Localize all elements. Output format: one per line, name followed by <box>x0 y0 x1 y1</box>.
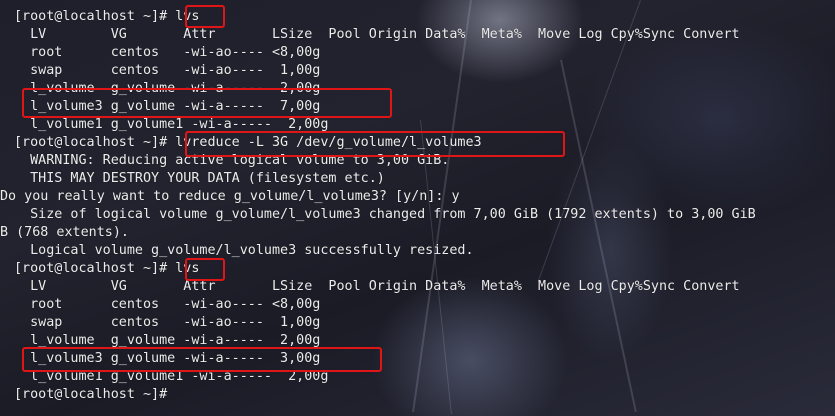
terminal-line: WARNING: Reducing active logical volume … <box>14 153 450 168</box>
terminal-line: l_volume1 g_volume1 -wi-a----- 2,00g <box>14 369 329 384</box>
terminal-line: swap centos -wi-ao---- 1,00g <box>14 63 321 78</box>
terminal-line: root centos -wi-ao---- <8,00g <box>14 297 321 312</box>
terminal-line: [root@localhost ~]# <box>14 387 168 402</box>
terminal-line: [root@localhost ~]# lvs <box>14 261 200 276</box>
terminal-line: l_volume3 g_volume -wi-a----- 3,00g <box>14 351 321 366</box>
terminal-line: Logical volume g_volume/l_volume3 succes… <box>14 243 474 258</box>
terminal-line: LV VG Attr LSize Pool Origin Data% Meta%… <box>14 27 740 42</box>
terminal-line: Do you really want to reduce g_volume/l_… <box>0 189 460 204</box>
terminal-line: l_volume1 g_volume1 -wi-a----- 2,00g <box>14 117 329 132</box>
terminal-line: l_volume g_volume -wi-a----- 2,00g <box>14 81 321 96</box>
terminal-line: [root@localhost ~]# lvreduce -L 3G /dev/… <box>14 135 482 150</box>
terminal-line: root centos -wi-ao---- <8,00g <box>14 45 321 60</box>
terminal-window[interactable]: [root@localhost ~]# lvs LV VG Attr LSize… <box>0 0 835 416</box>
terminal-line: Size of logical volume g_volume/l_volume… <box>14 207 756 222</box>
terminal-line: l_volume g_volume -wi-a----- 2,00g <box>14 333 321 348</box>
terminal-line: swap centos -wi-ao---- 1,00g <box>14 315 321 330</box>
terminal-line: [root@localhost ~]# lvs <box>14 9 200 24</box>
terminal-line: THIS MAY DESTROY YOUR DATA (filesystem e… <box>14 171 385 186</box>
terminal-line: B (768 extents). <box>0 225 129 240</box>
terminal-line: LV VG Attr LSize Pool Origin Data% Meta%… <box>14 279 740 294</box>
terminal-line: l_volume3 g_volume -wi-a----- 7,00g <box>14 99 321 114</box>
